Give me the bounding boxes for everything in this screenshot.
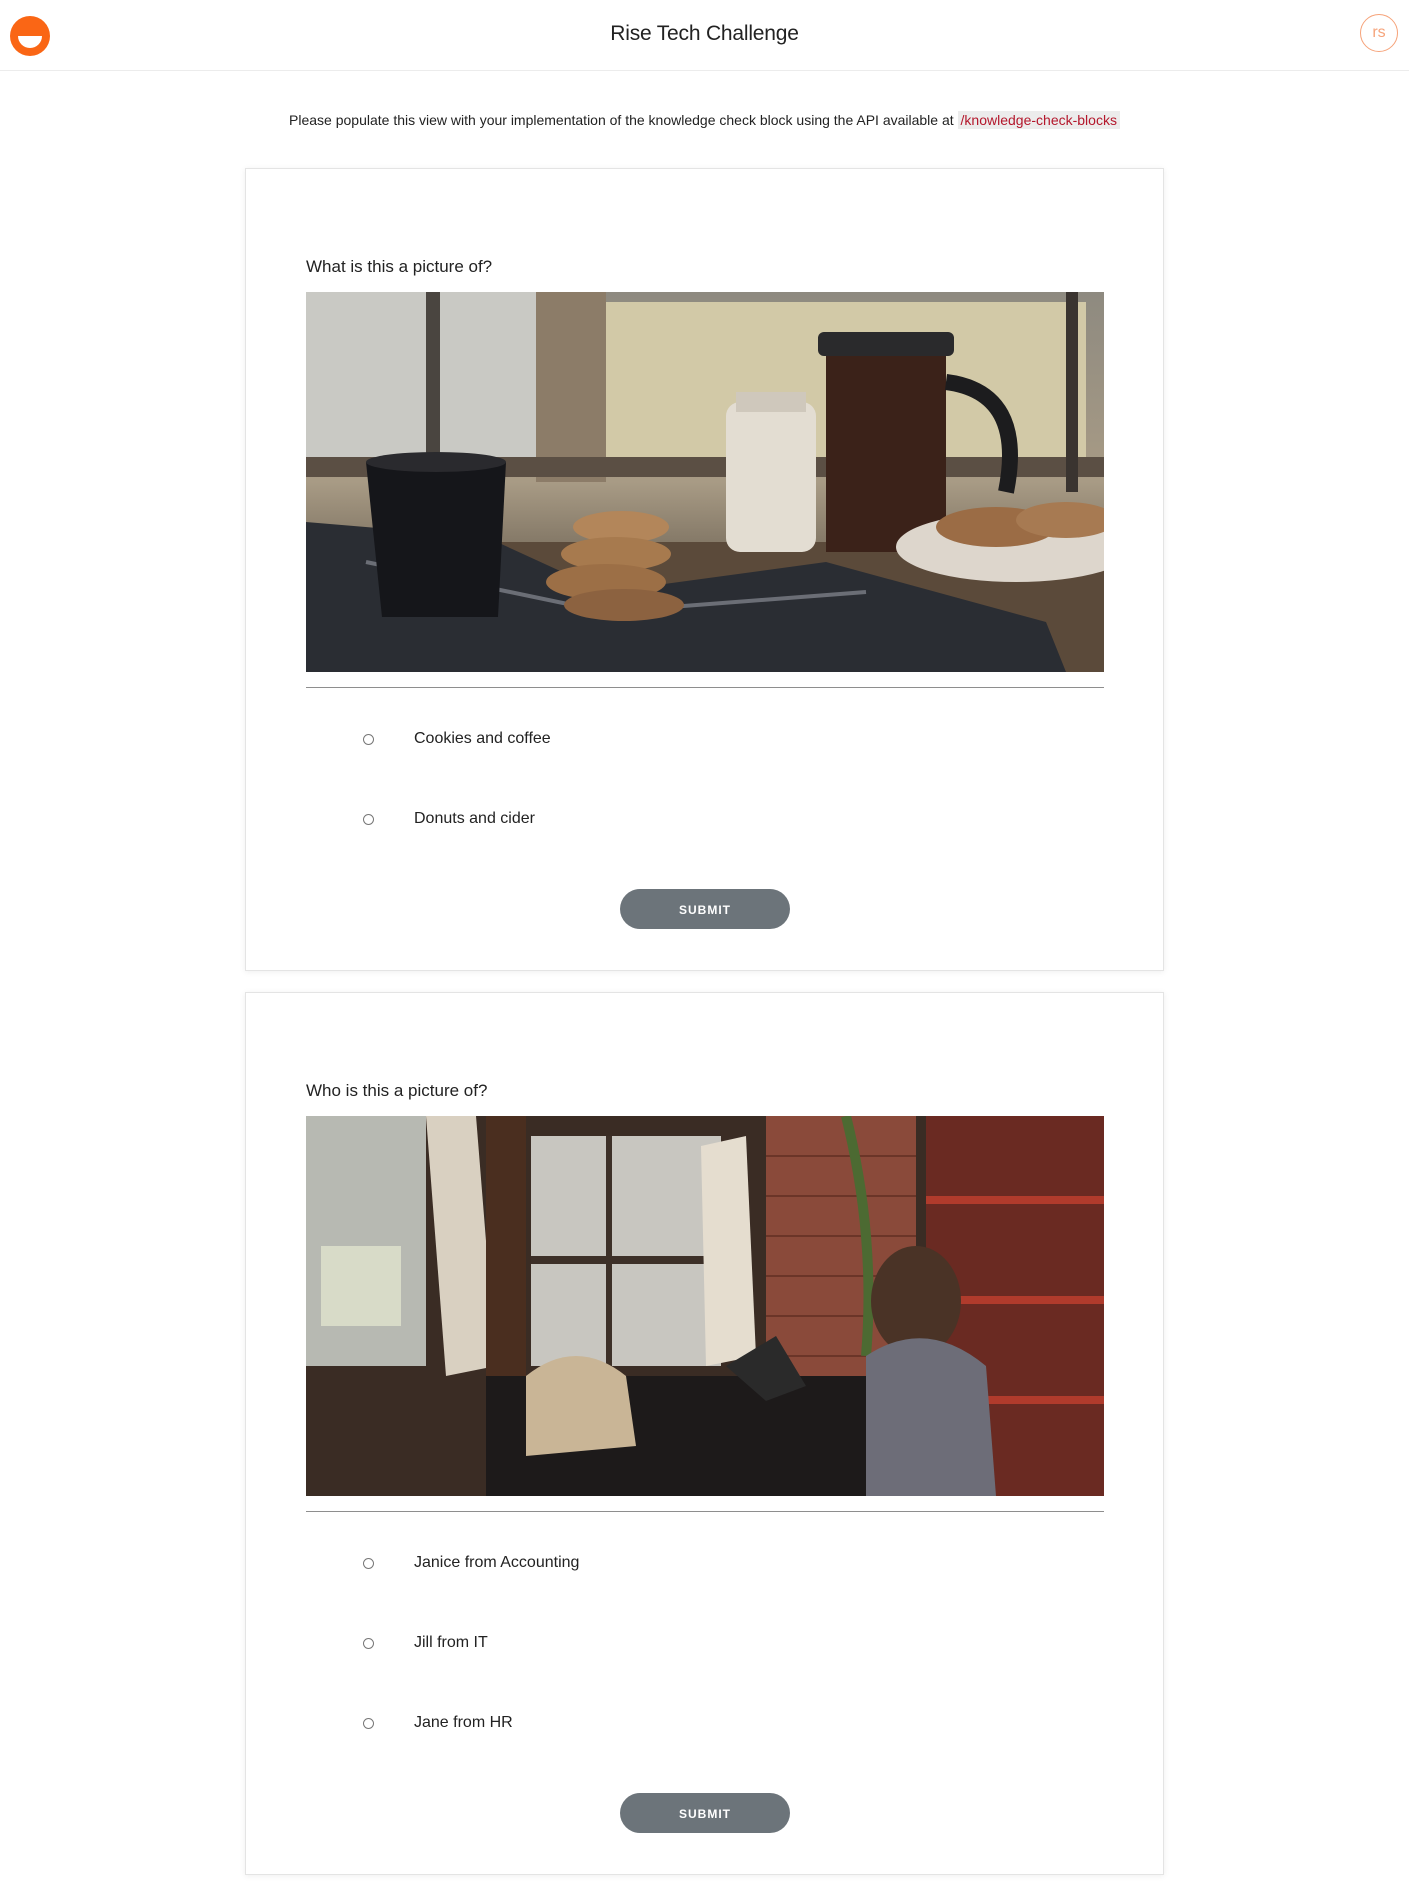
question-text: Who is this a picture of? — [306, 1081, 488, 1100]
submit-button[interactable]: SUBMIT — [620, 889, 790, 929]
submit-button[interactable]: SUBMIT — [620, 1793, 790, 1833]
answer-label: Donuts and cider — [414, 810, 535, 827]
answer-label: Janice from Accounting — [414, 1554, 580, 1571]
radio-button[interactable] — [363, 1717, 374, 1729]
radio-button[interactable] — [363, 733, 374, 745]
knowledge-check-block: What is this a picture of? Cookies and c… — [245, 168, 1164, 971]
answer-option[interactable]: Janice from Accounting — [363, 1551, 579, 1575]
intro-message: Please populate this view with your impl… — [0, 111, 1409, 129]
answer-option[interactable]: Donuts and cider — [363, 807, 535, 831]
question-image — [306, 1116, 1104, 1496]
radio-button[interactable] — [363, 813, 374, 825]
divider — [306, 1511, 1104, 1512]
answer-label: Cookies and coffee — [414, 730, 551, 747]
answer-option[interactable]: Jane from HR — [363, 1711, 513, 1735]
answer-option[interactable]: Cookies and coffee — [363, 727, 551, 751]
knowledge-check-block: Who is this a picture of? Janice from Ac… — [245, 992, 1164, 1875]
api-endpoint: /knowledge-check-blocks — [957, 111, 1120, 129]
question-image — [306, 292, 1104, 672]
question-text: What is this a picture of? — [306, 257, 493, 276]
user-avatar[interactable]: rs — [1360, 14, 1398, 52]
app-title: Rise Tech Challenge — [610, 22, 799, 45]
radio-button[interactable] — [363, 1637, 374, 1649]
radio-button[interactable] — [363, 1557, 374, 1569]
top-bar: Rise Tech Challenge rs — [0, 0, 1409, 71]
answer-label: Jill from IT — [414, 1634, 488, 1651]
answer-label: Jane from HR — [414, 1714, 513, 1731]
answer-option[interactable]: Jill from IT — [363, 1631, 488, 1655]
divider — [306, 687, 1104, 688]
intro-text: Please populate this view with your impl… — [289, 112, 954, 128]
